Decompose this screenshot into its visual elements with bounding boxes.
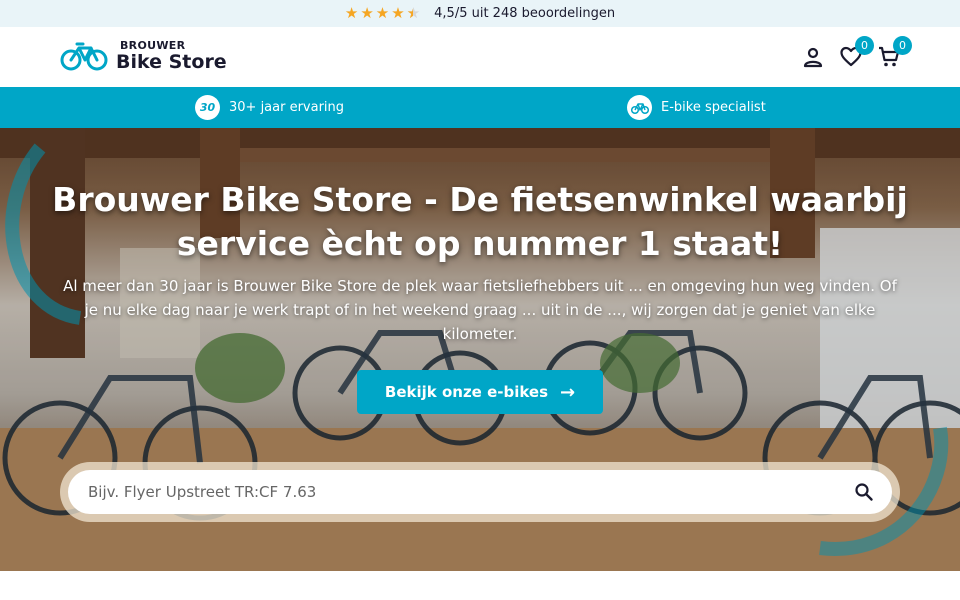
- search-button[interactable]: [842, 470, 886, 514]
- years-badge-icon: 30: [195, 95, 220, 120]
- usp-label: 30+ jaar ervaring: [229, 100, 345, 115]
- cta-label: Bekijk onze e-bikes: [384, 383, 549, 401]
- header-icons: 0 0: [800, 36, 912, 70]
- usp-item-ebike: E-bike specialist: [627, 95, 766, 120]
- cart-button[interactable]: 0: [876, 36, 912, 70]
- view-ebikes-button[interactable]: Bekijk onze e-bikes →: [357, 370, 603, 414]
- hero-section: Brouwer Bike Store - De fietsenwinkel wa…: [0, 128, 960, 571]
- wishlist-count-badge: 0: [855, 36, 874, 55]
- star-icon: ★: [344, 4, 359, 22]
- star-icon: ★: [360, 4, 374, 22]
- bike-logo-icon: [60, 42, 108, 71]
- account-button[interactable]: [800, 44, 826, 70]
- half-star-icon: ★: [407, 6, 420, 22]
- arrow-right-icon: →: [560, 381, 576, 403]
- hero-title: Brouwer Bike Store - De fietsenwinkel wa…: [52, 180, 908, 263]
- logo[interactable]: BROUWER Bike Store: [60, 40, 227, 72]
- ebike-icon: [627, 95, 652, 120]
- star-icon: ★: [375, 4, 390, 22]
- usp-label: E-bike specialist: [661, 100, 766, 115]
- search-icon: [855, 483, 873, 501]
- rating-text[interactable]: 4,5/5 uit 248 beoordelingen: [434, 6, 615, 21]
- rating-stars: ★ ★ ★ ★ ★: [344, 4, 420, 22]
- usp-item-experience: 30 30+ jaar ervaring: [195, 95, 344, 120]
- search-container: [60, 462, 900, 522]
- rating-bar: ★ ★ ★ ★ ★ 4,5/5 uit 248 beoordelingen: [0, 0, 960, 27]
- site-header: BROUWER Bike Store 0 0: [0, 27, 960, 87]
- hero-subtitle: Al meer dan 30 jaar is Brouwer Bike Stor…: [63, 277, 897, 343]
- page-content-start: [0, 571, 960, 600]
- cart-count-badge: 0: [893, 36, 912, 55]
- search-box: [68, 470, 892, 514]
- logo-big-text: Bike Store: [116, 51, 227, 73]
- wishlist-button[interactable]: 0: [838, 36, 874, 70]
- star-icon: ★: [391, 4, 405, 22]
- search-input[interactable]: [68, 483, 842, 501]
- user-icon: [803, 47, 823, 68]
- logo-small-text: BROUWER: [120, 39, 186, 52]
- usp-bar: 30 30+ jaar ervaring E-bike specialist: [0, 87, 960, 128]
